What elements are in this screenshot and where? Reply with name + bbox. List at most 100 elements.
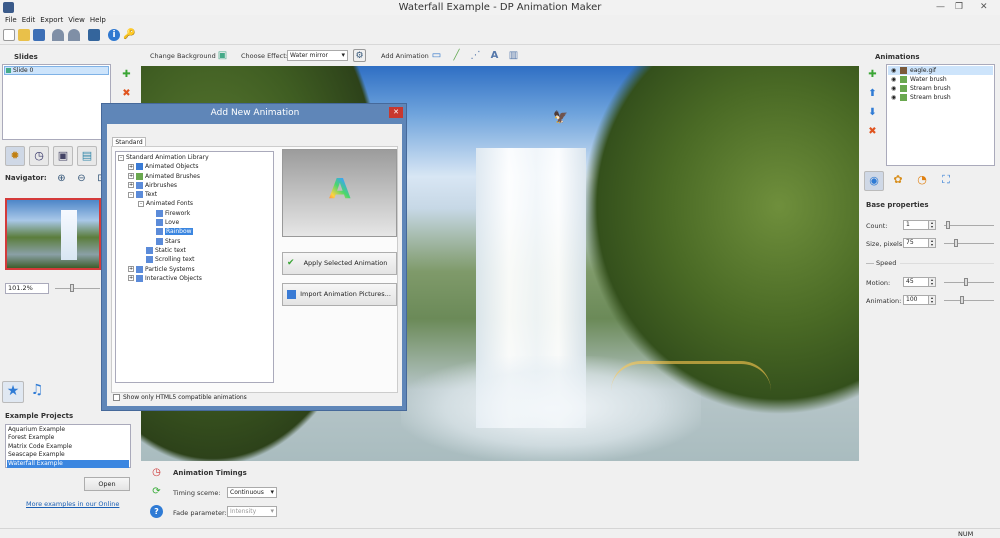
navigator-header: Navigator: [5, 174, 47, 182]
project-item[interactable]: Aquarium Example [7, 426, 129, 434]
size-spinner[interactable]: 75 ▴ ▾ [903, 238, 936, 248]
effect-select[interactable]: Water mirror [287, 50, 348, 61]
project-item[interactable]: Forest Example [7, 434, 129, 442]
visibility-eye-icon[interactable]: ◉ [891, 93, 896, 102]
tree-node[interactable]: - Animated Fonts [118, 199, 271, 208]
change-background-button[interactable]: Change Background [150, 52, 216, 60]
tab-slide-settings-icon[interactable]: ▤ [77, 146, 97, 166]
tree-node[interactable]: - Text [118, 190, 271, 199]
info-icon[interactable]: i [108, 29, 120, 41]
maximize-button[interactable]: ❐ [955, 2, 963, 12]
tab-resize-icon[interactable]: ⛶ [936, 171, 956, 191]
animation-speed-slider[interactable] [944, 296, 994, 304]
move-up-icon[interactable]: ⬆ [866, 87, 879, 100]
dialog-close-button[interactable]: ✕ [389, 107, 403, 118]
minimize-button[interactable]: — [936, 2, 945, 12]
zoom-out-icon[interactable]: ⊖ [75, 172, 88, 185]
tree-node[interactable]: + Airbrushes [118, 181, 271, 190]
tab-colors-palette-icon[interactable]: ✿ [888, 171, 908, 191]
tree-node[interactable]: Rainbow [118, 227, 271, 236]
key-icon[interactable]: 🔑 [123, 29, 135, 41]
open-folder-icon[interactable] [18, 29, 30, 41]
html5-checkbox[interactable] [113, 394, 120, 401]
navigator-preview[interactable] [5, 198, 101, 270]
count-spinner[interactable]: 1 ▴ ▾ [903, 220, 936, 230]
visibility-eye-icon[interactable]: ◉ [891, 75, 896, 84]
animation-item[interactable]: ◉ Stream brush [888, 84, 993, 93]
menu-help[interactable]: Help [90, 16, 106, 24]
project-item[interactable]: Matrix Code Example [7, 443, 129, 451]
delete-slide-icon[interactable]: ✖ [120, 87, 133, 100]
timing-scheme-select[interactable]: Continuous [227, 487, 277, 498]
menu-export[interactable]: Export [40, 16, 63, 24]
zoom-in-icon[interactable]: ⊕ [55, 172, 68, 185]
add-brush-icon[interactable]: ╱ [450, 49, 463, 62]
undo-icon[interactable] [52, 29, 64, 41]
add-object-icon[interactable]: ▭ [430, 49, 443, 62]
tab-timing-clock-icon[interactable]: ◷ [29, 146, 49, 166]
tab-effects-gear-icon[interactable]: ✹ [5, 146, 25, 166]
tab-music-icon[interactable]: ♫ [26, 381, 48, 403]
project-item[interactable]: Seascape Example [7, 451, 129, 459]
motion-spinner[interactable]: 45 ▴ ▾ [903, 277, 936, 287]
collapse-icon[interactable]: - [138, 200, 144, 207]
apply-selected-animation-button[interactable]: ✔ Apply Selected Animation [282, 252, 397, 275]
redo-icon[interactable] [68, 29, 80, 41]
menu-view[interactable]: View [68, 16, 85, 24]
tree-node[interactable]: + Particle Systems [118, 265, 271, 274]
project-item[interactable]: Waterfall Example [7, 459, 129, 468]
animation-item[interactable]: ◉ Water brush [888, 75, 993, 84]
menu-edit[interactable]: Edit [22, 16, 36, 24]
expand-icon[interactable]: + [128, 275, 134, 282]
animation-item[interactable]: ◉ Stream brush [888, 93, 993, 102]
close-button[interactable]: ✕ [980, 2, 988, 12]
animation-speed-spinner[interactable]: 100 ▴ ▾ [903, 295, 936, 305]
add-animation-icon[interactable]: ✚ [866, 68, 879, 81]
tree-node[interactable]: Love [118, 218, 271, 227]
size-slider[interactable] [944, 239, 994, 247]
slide-item[interactable]: Slide 0 [4, 66, 109, 75]
add-text-icon[interactable]: A [488, 49, 501, 62]
add-airbrush-icon[interactable]: ⋰ [469, 49, 482, 62]
tree-node[interactable]: + Interactive Objects [118, 274, 271, 283]
tree-node[interactable]: + Animated Brushes [118, 172, 271, 181]
new-file-icon[interactable] [3, 29, 15, 41]
motion-slider[interactable] [944, 278, 994, 286]
expand-icon[interactable]: + [128, 266, 134, 273]
visibility-eye-icon[interactable]: ◉ [891, 84, 896, 93]
tab-camera-icon[interactable]: ▣ [53, 146, 73, 166]
tab-projects-star-icon[interactable]: ★ [2, 381, 24, 403]
collapse-icon[interactable]: - [128, 191, 134, 198]
expand-icon[interactable]: + [128, 182, 134, 189]
save-icon[interactable] [33, 29, 45, 41]
tree-node[interactable]: Static text [118, 246, 271, 255]
add-particles-icon[interactable]: ▥ [507, 49, 520, 62]
effect-settings-icon[interactable]: ⚙ [353, 49, 366, 62]
import-animation-pictures-button[interactable]: Import Animation Pictures... [282, 283, 397, 306]
background-image-icon[interactable]: ▣ [216, 49, 229, 62]
expand-icon[interactable]: + [128, 173, 134, 180]
expand-icon[interactable]: + [128, 163, 134, 170]
count-slider[interactable] [944, 221, 994, 229]
zoom-value-field[interactable]: 101.2% [5, 283, 49, 294]
tree-node[interactable]: Firework [118, 209, 271, 218]
fade-parameter-select[interactable]: Intensity [227, 506, 277, 517]
tree-node[interactable]: Scrolling text [118, 255, 271, 264]
open-button[interactable]: Open [84, 477, 130, 491]
tab-base-properties-icon[interactable]: ◉ [864, 171, 884, 191]
film-icon[interactable] [88, 29, 100, 41]
more-examples-link[interactable]: More examples in our Online [26, 500, 119, 508]
tab-timing-icon[interactable]: ◔ [912, 171, 932, 191]
tree-node[interactable]: - Standard Animation Library [118, 153, 271, 162]
add-slide-icon[interactable]: ✚ [120, 68, 133, 81]
menu-file[interactable]: File [5, 16, 17, 24]
animation-item[interactable]: ◉ eagle.gif [888, 66, 993, 75]
base-properties-header: Base properties [866, 201, 929, 209]
move-down-icon[interactable]: ⬇ [866, 106, 879, 119]
visibility-eye-icon[interactable]: ◉ [891, 66, 896, 75]
tree-node[interactable]: Stars [118, 237, 271, 246]
zoom-slider[interactable] [55, 284, 100, 292]
tree-node[interactable]: + Animated Objects [118, 162, 271, 171]
collapse-icon[interactable]: - [118, 154, 124, 161]
delete-animation-icon[interactable]: ✖ [866, 125, 879, 138]
